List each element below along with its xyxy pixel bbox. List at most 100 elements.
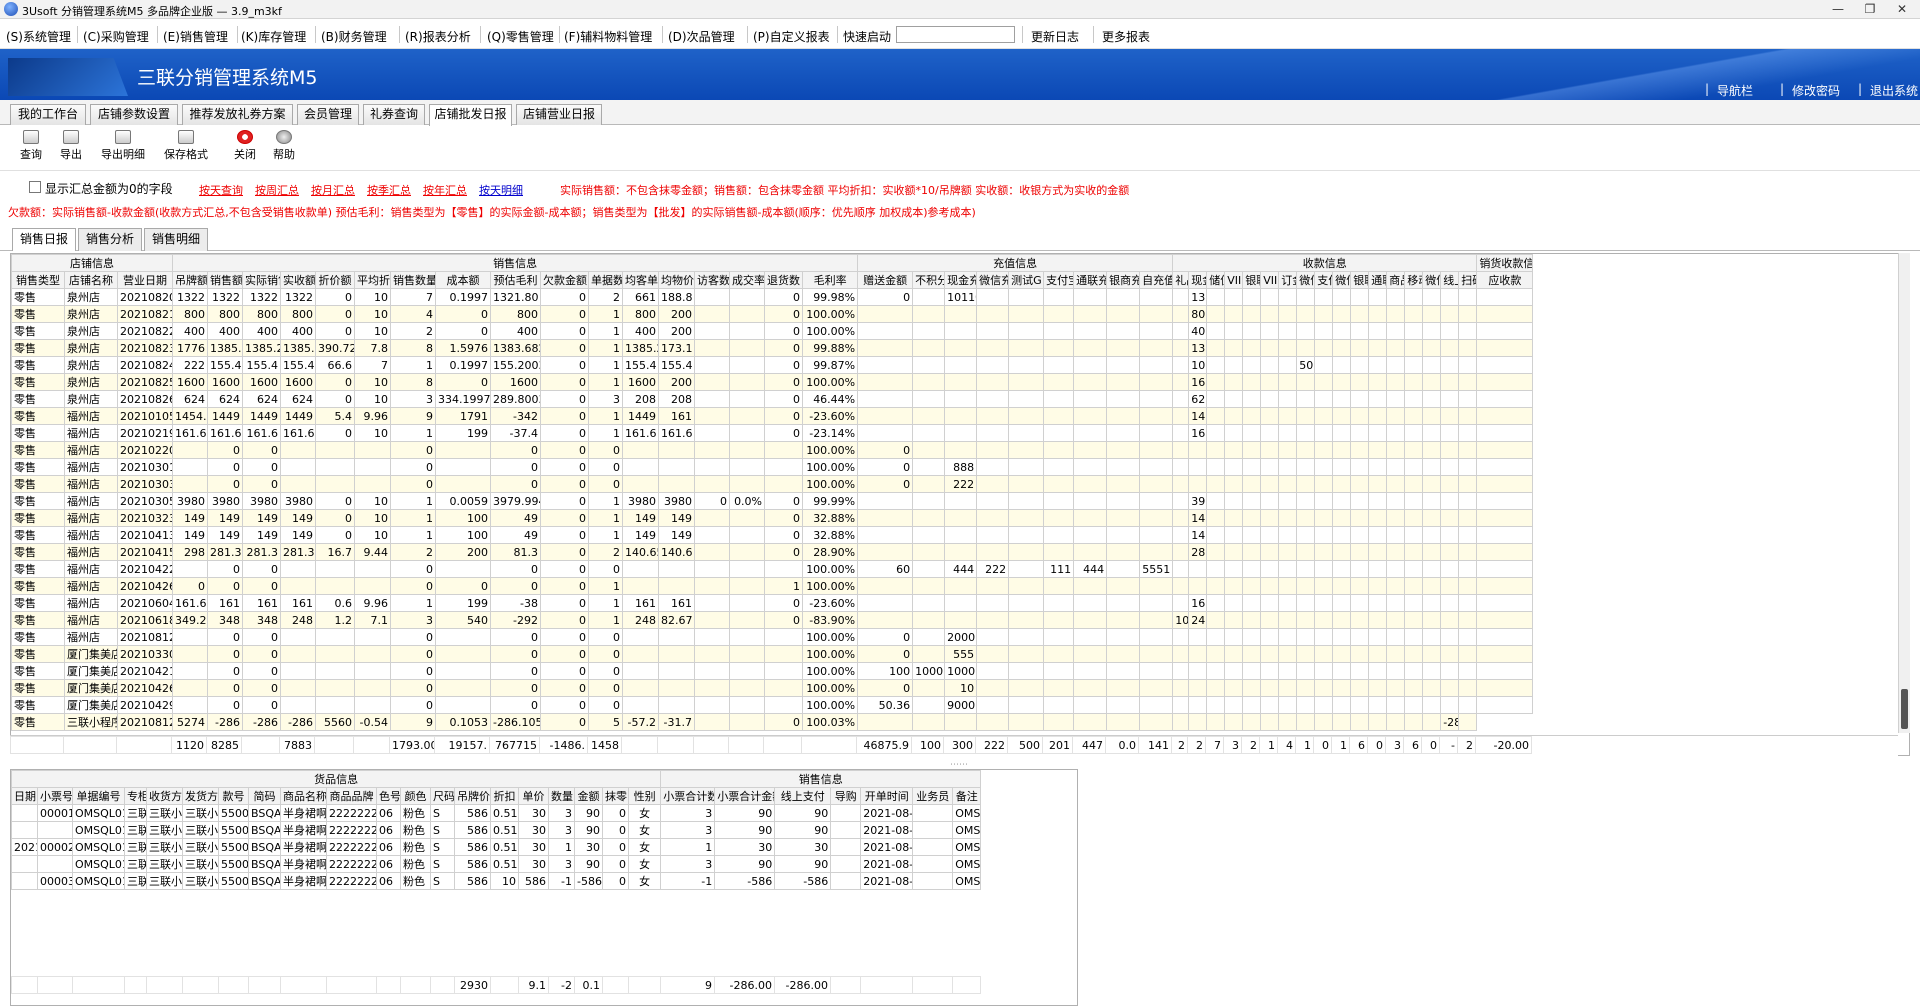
menu-more-reports[interactable]: 更多报表 [1102, 28, 1150, 45]
menu-inventory[interactable]: (K)库存管理 [241, 28, 306, 45]
column-header[interactable]: 毛利率 [802, 271, 859, 289]
vertical-scrollbar[interactable] [1898, 253, 1910, 733]
column-header[interactable]: 数量 [548, 787, 575, 805]
column-header[interactable]: 单价 [518, 787, 549, 805]
export-button[interactable]: 导出 [57, 128, 85, 168]
table-row[interactable]: 零售 泉州店 20210824 222 155.4 155.4 155.4 66.6 7 1 0.1… [11, 356, 1534, 374]
column-header[interactable]: 退货数 [764, 271, 804, 289]
table-row[interactable]: 零售 三联小程序 20210812 5274 -286 -286 -286 5560 -0.54… [11, 713, 1533, 731]
menu-retail[interactable]: (Q)零售管理 [487, 28, 554, 45]
menu-reports[interactable]: (R)报表分析 [405, 28, 471, 45]
table-row[interactable]: 零售 泉州店 20210822 400 400 400 400 0 10 2 0 400 0 1 400 20… [11, 322, 1534, 340]
column-header[interactable]: 小票合计数 [660, 787, 716, 805]
column-header[interactable]: 吊牌额 [172, 271, 209, 289]
logout-link[interactable]: 退出系统 [1870, 82, 1918, 99]
column-header[interactable]: 抹零 [602, 787, 629, 805]
subtab-detail[interactable]: 销售明细 [144, 228, 208, 251]
column-header[interactable]: 简码 [248, 787, 281, 805]
column-header[interactable]: 不积分 [912, 271, 946, 289]
link-by-quarter[interactable]: 按季汇总 [367, 182, 411, 198]
table-row[interactable]: 零售 福州店 20210323 149 149 149 149 0 10 1 100 49 0 1 149 1… [11, 509, 1534, 527]
tab-coupon-query[interactable]: 礼券查询 [363, 104, 425, 125]
column-header[interactable]: 现金充 [944, 271, 978, 289]
quick-start-input[interactable] [896, 26, 1015, 43]
show-zero-checkbox[interactable] [29, 181, 41, 193]
column-header[interactable]: 扫码 [1458, 271, 1478, 289]
minimize-icon[interactable]: — [1822, 0, 1854, 19]
column-header[interactable]: 发货方 [182, 787, 219, 805]
column-header[interactable]: 线上支付 [774, 787, 832, 805]
column-header[interactable]: 均物价 [658, 271, 696, 289]
column-header[interactable]: 店铺名称 [64, 271, 118, 289]
column-header[interactable]: 日期 [11, 787, 38, 805]
column-header[interactable]: 平均折扣 [354, 271, 392, 289]
detail-grid[interactable]: 货品信息销售信息日期小票号单据编号专柜收货方发货方款号简码商品名称商品品牌色号颜… [10, 769, 1078, 1006]
table-row[interactable]: 零售泉州店2021082317761385.21385.21385.2390.7… [11, 339, 1534, 357]
column-header[interactable]: 实收额 [280, 271, 317, 289]
menu-update-log[interactable]: 更新日志 [1031, 28, 1079, 45]
menu-purchase[interactable]: (C)采购管理 [83, 28, 149, 45]
column-header[interactable]: 赠送金额 [857, 271, 914, 289]
table-row[interactable]: 零售 泉州店 20210821 800 800 800 800 0 10 4 0 800 0 1 800 20… [11, 305, 1534, 323]
column-header[interactable]: 线上 [1440, 271, 1460, 289]
table-row[interactable]: 零售 福州店 20210422 0 0 0 0 0 0 100.00% 60 444 222 111 444… [11, 560, 1534, 578]
column-header[interactable]: 实际销售 [242, 271, 282, 289]
close-icon[interactable]: ✕ [1886, 0, 1918, 19]
column-header[interactable]: 微信 [1422, 271, 1442, 289]
column-header[interactable]: 销售类型 [11, 271, 65, 289]
daily-report-grid[interactable]: 店铺信息销售信息充值信息收款信息销货收款信息销售类型店铺名称营业日期吊牌额销售额… [10, 253, 1910, 756]
column-header[interactable]: 颜色 [400, 787, 431, 805]
change-password-link[interactable]: 修改密码 [1792, 82, 1840, 99]
column-header[interactable]: 微信充 [976, 271, 1010, 289]
table-row[interactable]: 零售 泉州店 20210826 624 624 624 624 0 10 3 334.1997 289… [11, 390, 1534, 408]
table-row[interactable]: 202100002OMSQL0120三联三联小三联小5500BSQA半身裙啊22… [11, 838, 982, 856]
table-row[interactable]: 零售 福州店 20210413 149 149 149 149 0 10 1 100 49 0 1 149 1… [11, 526, 1534, 544]
table-row[interactable]: 零售 福州店 20210618 349.2 348 348 248 1.2 7.1 3 540 -29… [11, 611, 1534, 629]
column-header[interactable]: 均客单 [622, 271, 660, 289]
restore-icon[interactable]: ❐ [1854, 0, 1886, 19]
tab-business-daily[interactable]: 店铺营业日报 [516, 104, 602, 125]
table-row[interactable]: 零售 泉州店 20210825 1600 1600 1600 1600 0 10 8 0 1600 0 1… [11, 373, 1534, 391]
column-header[interactable]: 营业日期 [116, 271, 174, 289]
column-header[interactable]: 尺码 [430, 787, 455, 805]
column-header[interactable]: 通联 [1368, 271, 1388, 289]
table-row[interactable]: 零售 福州店 20210301 0 0 0 0 0 0 100.00% 0 888 [11, 458, 1534, 476]
column-header[interactable]: 备注 [952, 787, 982, 805]
table-row[interactable]: 零售 福州店 20210812 0 0 0 0 0 0 100.00% 0 2000 [11, 628, 1534, 646]
column-header[interactable]: 小票合计金额 [714, 787, 776, 805]
column-header[interactable]: 支付宝 [1043, 271, 1075, 289]
menu-system[interactable]: (S)系统管理 [6, 28, 71, 45]
table-row[interactable]: 零售 厦门集美店 20210421 0 0 0 0 0 0 100.00% 100 1000 1000 [11, 662, 1534, 680]
subtab-daily[interactable]: 销售日报 [12, 228, 76, 251]
column-header[interactable]: 开单时间 [860, 787, 914, 805]
column-header[interactable]: 银联 [1350, 271, 1370, 289]
column-header[interactable]: 金额 [574, 787, 603, 805]
tab-workbench[interactable]: 我的工作台 [10, 104, 86, 125]
column-header[interactable]: VII [1260, 271, 1280, 289]
column-header[interactable]: 性别 [627, 787, 662, 805]
column-header[interactable]: 储值 [1206, 271, 1226, 289]
table-row[interactable]: OMSQL0120三联三联小三联小5500BSQA半身裙啊2222222206粉… [11, 855, 982, 873]
column-header[interactable]: 成本额 [435, 271, 492, 289]
tab-members[interactable]: 会员管理 [297, 104, 359, 125]
column-header[interactable]: 应收款 [1476, 271, 1534, 289]
table-row[interactable]: 00003OMSQL0120三联三联小三联小5500BSQA半身裙啊222222… [11, 872, 982, 890]
menu-sales[interactable]: (E)销售管理 [163, 28, 228, 45]
column-header[interactable]: 业务员 [912, 787, 954, 805]
column-header[interactable]: 折扣 [490, 787, 519, 805]
table-row[interactable]: 零售 福州店 20210303 0 0 0 0 0 0 100.00% 0 222 [11, 475, 1534, 493]
tab-store-params[interactable]: 店铺参数设置 [90, 104, 178, 125]
export-detail-button[interactable]: 导出明细 [96, 128, 150, 168]
column-header[interactable]: 销售数量 [390, 271, 437, 289]
column-header[interactable]: 现金 [1188, 271, 1208, 289]
table-row[interactable]: 零售 福州店 20210426 0 0 0 0 0 0 0 1 1 100.00% [11, 577, 1534, 595]
column-header[interactable]: VII [1224, 271, 1244, 289]
save-format-button[interactable]: 保存格式 [160, 128, 212, 168]
column-header[interactable]: 预估毛利 [490, 271, 542, 289]
column-header[interactable]: 销售额 [207, 271, 244, 289]
menu-custom-report[interactable]: (P)自定义报表 [753, 28, 830, 45]
column-header[interactable]: 单据数 [588, 271, 624, 289]
column-header[interactable]: 微信 [1332, 271, 1352, 289]
link-by-week[interactable]: 按周汇总 [255, 182, 299, 198]
link-day-detail[interactable]: 按天明细 [479, 182, 523, 198]
